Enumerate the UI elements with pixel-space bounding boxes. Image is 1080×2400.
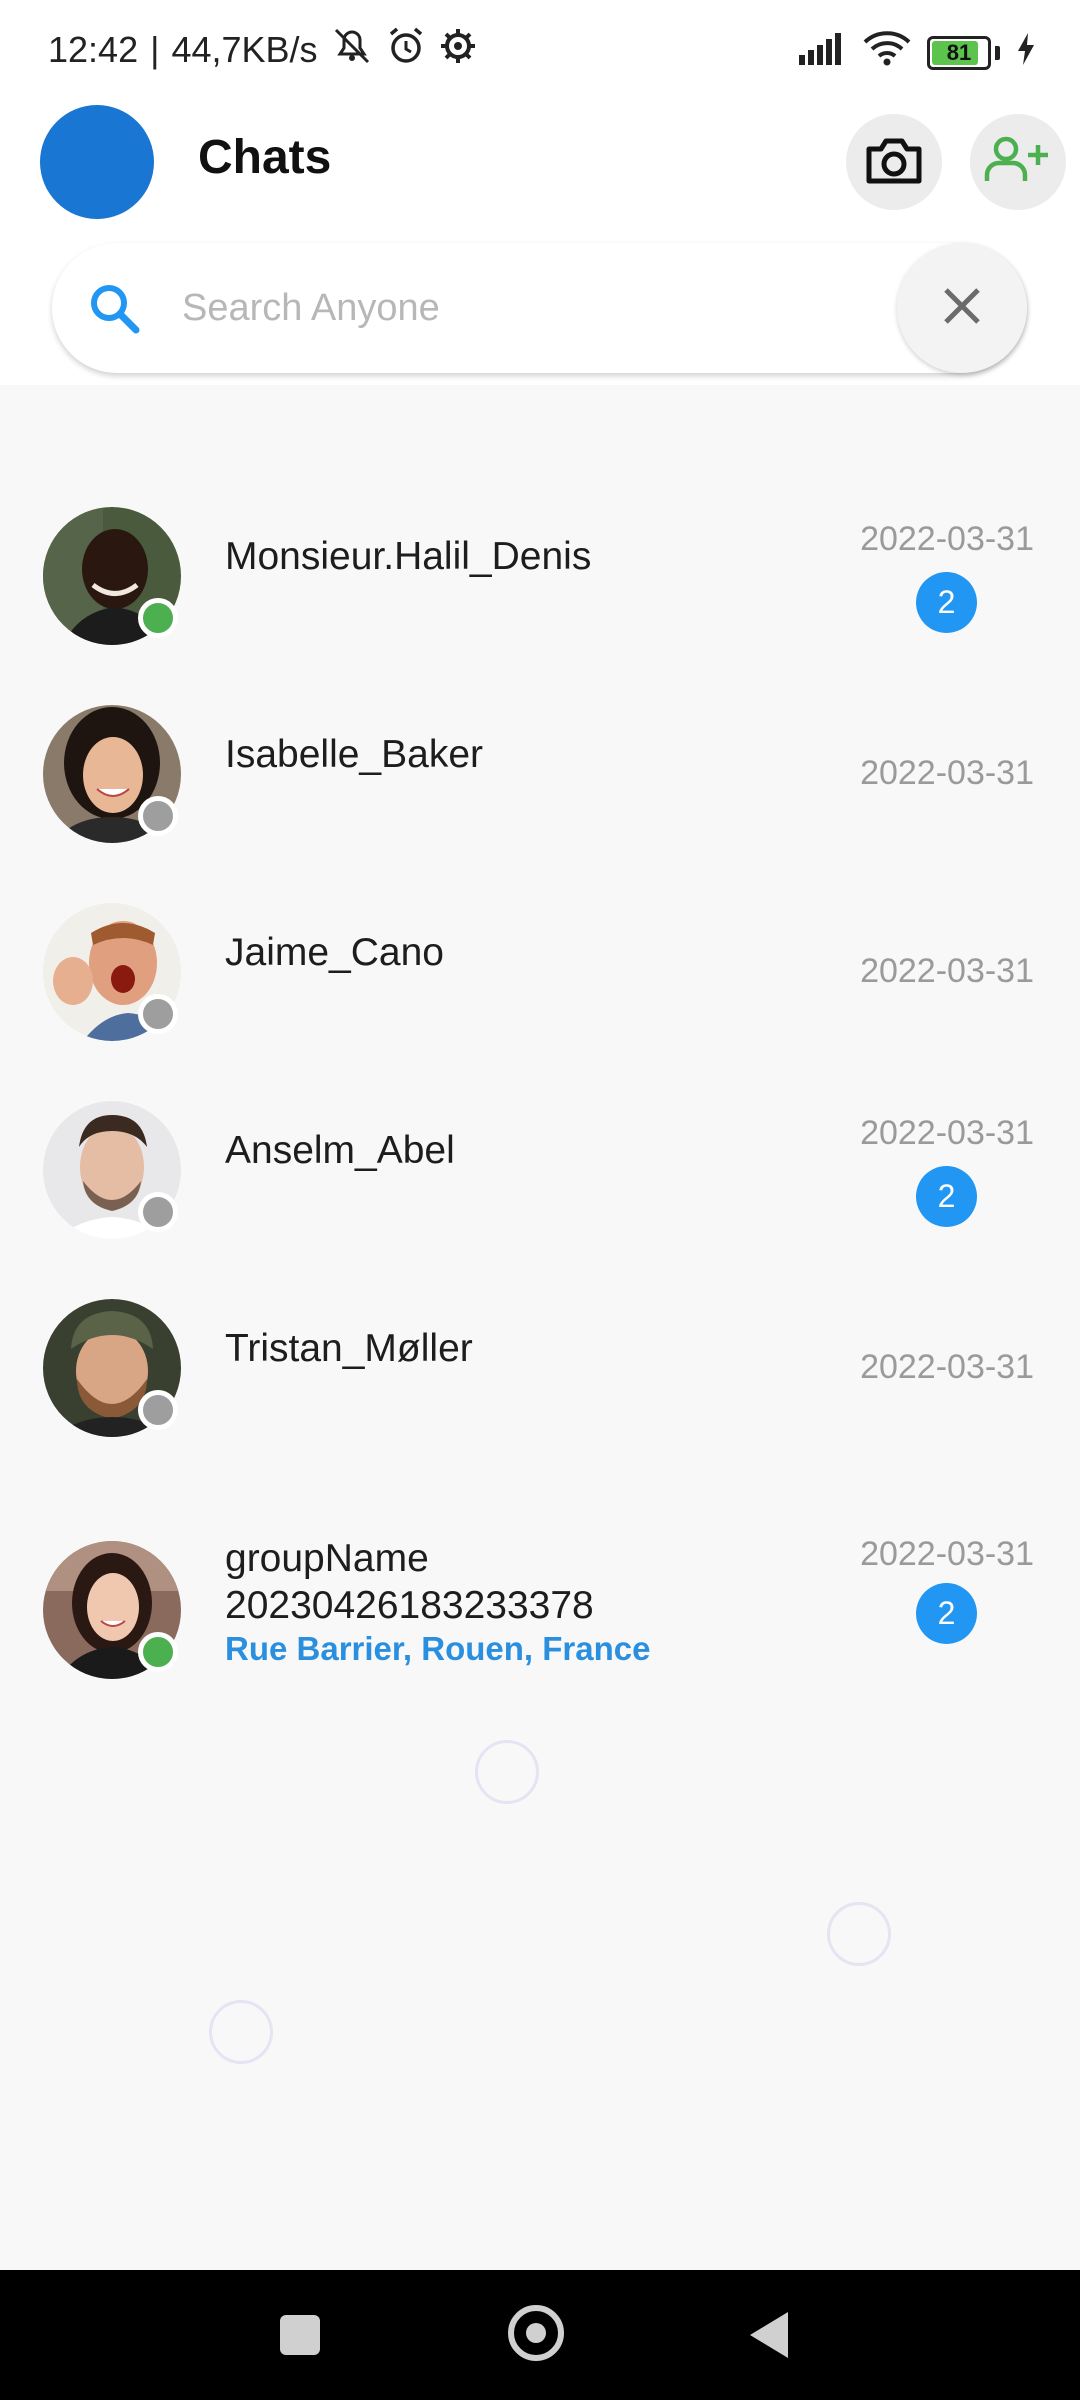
home-button[interactable] bbox=[508, 2305, 564, 2361]
status-bar: 12:42 | 44,7KB/s 81 bbox=[0, 0, 1080, 100]
back-button[interactable] bbox=[750, 2312, 788, 2358]
profile-avatar[interactable] bbox=[40, 105, 154, 219]
group-name-line1: groupName bbox=[225, 1537, 429, 1580]
chat-row[interactable]: Jaime_Cano 2022-03-31 bbox=[0, 888, 1080, 1078]
battery-level: 81 bbox=[946, 39, 972, 65]
battery-cap bbox=[995, 45, 1000, 60]
add-user-icon bbox=[984, 135, 1052, 190]
close-icon bbox=[942, 286, 982, 331]
status-separator: | bbox=[150, 29, 160, 70]
navigation-bar bbox=[0, 2270, 1080, 2400]
recent-apps-button[interactable] bbox=[280, 2315, 320, 2355]
group-location: Rue Barrier, Rouen, France bbox=[225, 1630, 651, 1667]
mute-icon bbox=[330, 26, 374, 75]
chat-row[interactable]: Monsieur.Halil_Denis 2022-03-31 2 bbox=[0, 492, 1080, 682]
chat-row[interactable]: Anselm_Abel 2022-03-31 2 bbox=[0, 1086, 1080, 1276]
add-user-button[interactable] bbox=[970, 114, 1066, 210]
chat-date: 2022-03-31 bbox=[860, 1114, 1034, 1152]
offline-status-indicator bbox=[138, 994, 178, 1034]
status-right: 81 bbox=[797, 30, 1036, 75]
chat-date: 2022-03-31 bbox=[860, 952, 1034, 990]
unread-badge: 2 bbox=[916, 572, 977, 633]
chat-row[interactable]: Isabelle_Baker 2022-03-31 bbox=[0, 690, 1080, 880]
camera-icon bbox=[865, 135, 923, 190]
chat-name: Tristan_Møller bbox=[225, 1327, 473, 1370]
offline-status-indicator bbox=[138, 796, 178, 836]
status-speed: 44,7KB/s bbox=[171, 29, 318, 70]
battery-icon: 81 bbox=[927, 35, 991, 70]
offline-status-indicator bbox=[138, 1192, 178, 1232]
status-time: 12:42 bbox=[48, 29, 139, 70]
search-icon bbox=[88, 282, 142, 341]
charging-icon bbox=[1016, 32, 1036, 74]
ripple-circle bbox=[475, 1740, 539, 1804]
group-chat-row[interactable]: groupName 20230426183233378 Rue Barrier,… bbox=[0, 1535, 1080, 1745]
chat-date: 2022-03-31 bbox=[860, 1535, 1034, 1573]
unread-badge: 2 bbox=[916, 1166, 977, 1227]
settings-icon bbox=[438, 26, 478, 75]
chat-name: Isabelle_Baker bbox=[225, 733, 483, 776]
chat-name: Anselm_Abel bbox=[225, 1129, 455, 1172]
chat-name: Monsieur.Halil_Denis bbox=[225, 535, 592, 578]
offline-status-indicator bbox=[138, 1390, 178, 1430]
page-title: Chats bbox=[198, 131, 332, 184]
chat-name: Jaime_Cano bbox=[225, 931, 444, 974]
group-name: groupName 20230426183233378 bbox=[225, 1535, 594, 1629]
group-name-line2: 20230426183233378 bbox=[225, 1584, 594, 1627]
chat-date: 2022-03-31 bbox=[860, 1348, 1034, 1386]
ripple-circle bbox=[827, 1902, 891, 1966]
clear-search-button[interactable] bbox=[897, 243, 1027, 373]
signal-icon bbox=[797, 31, 847, 74]
wifi-icon bbox=[863, 30, 911, 75]
chat-date: 2022-03-31 bbox=[860, 520, 1034, 558]
chat-date: 2022-03-31 bbox=[860, 754, 1034, 792]
header: Chats bbox=[0, 100, 1080, 385]
chat-row[interactable]: Tristan_Møller 2022-03-31 bbox=[0, 1284, 1080, 1474]
alarm-icon bbox=[386, 26, 426, 75]
online-status-indicator bbox=[138, 1632, 178, 1672]
search-bar bbox=[52, 243, 1027, 373]
search-input[interactable] bbox=[182, 273, 922, 343]
unread-badge: 2 bbox=[916, 1583, 977, 1644]
home-dot bbox=[526, 2323, 546, 2343]
status-left: 12:42 | 44,7KB/s bbox=[48, 26, 478, 75]
online-status-indicator bbox=[138, 598, 178, 638]
camera-button[interactable] bbox=[846, 114, 942, 210]
ripple-circle bbox=[209, 2000, 273, 2064]
